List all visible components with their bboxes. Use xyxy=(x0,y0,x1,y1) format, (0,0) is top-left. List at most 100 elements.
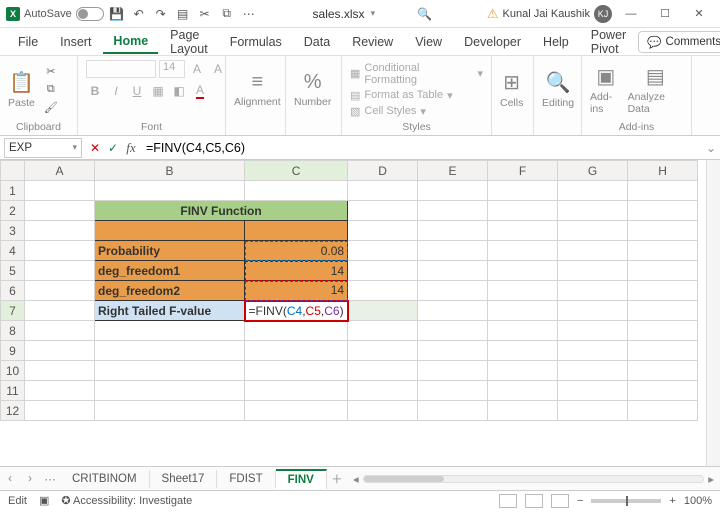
row-header[interactable]: 8 xyxy=(1,321,25,341)
row-header[interactable]: 1 xyxy=(1,181,25,201)
qat-icon[interactable]: ▤ xyxy=(174,5,192,23)
col-header[interactable]: D xyxy=(348,161,418,181)
chevron-down-icon[interactable]: ▾ xyxy=(371,8,376,19)
cut-button[interactable]: ✂ xyxy=(41,64,61,80)
col-header[interactable]: B xyxy=(95,161,245,181)
row-header[interactable]: 3 xyxy=(1,221,25,241)
cell-styles-button[interactable]: ▧ Cell Styles ▾ xyxy=(350,105,483,118)
alignment-button[interactable]: ≡Alignment xyxy=(234,71,281,108)
macro-icon[interactable]: ▣ xyxy=(39,494,49,507)
cut-icon[interactable]: ✂ xyxy=(196,5,214,23)
sheet-tab[interactable]: CRITBINOM xyxy=(60,470,150,488)
border-button[interactable]: ▦ xyxy=(149,82,167,100)
zoom-level[interactable]: 100% xyxy=(684,495,712,507)
paste-button[interactable]: 📋Paste xyxy=(8,70,35,109)
cell-c6[interactable]: 14 xyxy=(245,281,348,301)
row-header[interactable]: 4 xyxy=(1,241,25,261)
redo-icon[interactable]: ↷ xyxy=(152,5,170,23)
cell-b5[interactable]: deg_freedom1 xyxy=(95,261,245,281)
fx-icon[interactable]: fx xyxy=(122,139,140,157)
vertical-scrollbar[interactable] xyxy=(706,160,720,466)
spreadsheet-table[interactable]: A B C D E F G H 1 2 FINV Function 3 4 Prob… xyxy=(0,160,698,421)
tab-insert[interactable]: Insert xyxy=(50,31,101,53)
page-layout-view-button[interactable] xyxy=(525,494,543,508)
close-button[interactable]: ✕ xyxy=(684,1,714,27)
row-header[interactable]: 6 xyxy=(1,281,25,301)
cell-b6[interactable]: deg_freedom2 xyxy=(95,281,245,301)
cells-button[interactable]: ⊞Cells xyxy=(500,70,523,109)
cancel-formula-icon[interactable]: ✕ xyxy=(86,139,104,157)
cell-c5[interactable]: 14 xyxy=(245,261,348,281)
tab-next-icon[interactable]: › xyxy=(20,473,40,485)
select-all-corner[interactable] xyxy=(1,161,25,181)
cell-b7[interactable]: Right Tailed F-value xyxy=(95,301,245,321)
tab-data[interactable]: Data xyxy=(294,31,340,53)
tab-formulas[interactable]: Formulas xyxy=(220,31,292,53)
cell-title[interactable]: FINV Function xyxy=(95,201,348,221)
sheet-tab-active[interactable]: FINV xyxy=(276,469,327,489)
row-header[interactable]: 9 xyxy=(1,341,25,361)
row-header[interactable]: 2 xyxy=(1,201,25,221)
tab-developer[interactable]: Developer xyxy=(454,31,531,53)
bold-button[interactable]: B xyxy=(86,82,104,100)
fill-color-button[interactable]: ◧ xyxy=(170,82,188,100)
font-size-select[interactable]: 14 xyxy=(159,60,185,78)
tab-prev-icon[interactable]: ‹ xyxy=(0,473,20,485)
zoom-slider[interactable] xyxy=(591,499,661,503)
cell[interactable] xyxy=(245,221,348,241)
underline-button[interactable]: U xyxy=(128,82,146,100)
cell-c4[interactable]: 0.08 xyxy=(245,241,348,261)
expand-formula-bar-icon[interactable]: ⌄ xyxy=(702,141,720,155)
tab-home[interactable]: Home xyxy=(103,30,158,54)
zoom-in-icon[interactable]: + xyxy=(669,495,675,507)
page-break-view-button[interactable] xyxy=(551,494,569,508)
horizontal-scrollbar[interactable]: ◂ ▸ xyxy=(347,472,720,486)
tab-page-layout[interactable]: Page Layout xyxy=(160,24,218,60)
col-header[interactable]: E xyxy=(418,161,488,181)
sheet-tab[interactable]: Sheet17 xyxy=(150,470,218,488)
avatar[interactable]: KJ xyxy=(594,5,612,23)
format-as-table-button[interactable]: ▤ Format as Table ▾ xyxy=(350,89,483,102)
analyze-data-button[interactable]: ▤Analyze Data xyxy=(628,64,683,115)
copy-icon[interactable]: ⧉ xyxy=(218,5,236,23)
font-color-button[interactable]: A xyxy=(191,82,209,100)
format-painter-button[interactable]: 🖌 xyxy=(41,100,61,116)
row-header[interactable]: 5 xyxy=(1,261,25,281)
col-header[interactable]: A xyxy=(25,161,95,181)
shrink-font-icon[interactable]: A xyxy=(209,60,227,78)
tab-all-icon[interactable]: ⋯ xyxy=(40,472,60,486)
row-header[interactable]: 11 xyxy=(1,381,25,401)
tab-view[interactable]: View xyxy=(405,31,452,53)
row-header[interactable]: 10 xyxy=(1,361,25,381)
formula-input[interactable] xyxy=(140,138,702,158)
col-header[interactable]: C xyxy=(245,161,348,181)
font-name-select[interactable] xyxy=(86,60,156,78)
col-header[interactable]: F xyxy=(488,161,558,181)
copy-button[interactable]: ⧉ xyxy=(41,82,61,98)
accessibility-status[interactable]: ✪ Accessibility: Investigate xyxy=(61,494,192,507)
editing-button[interactable]: 🔍Editing xyxy=(542,70,574,109)
zoom-out-icon[interactable]: − xyxy=(577,495,583,507)
cell[interactable] xyxy=(95,221,245,241)
col-header[interactable]: G xyxy=(558,161,628,181)
cell-b4[interactable]: Probability xyxy=(95,241,245,261)
autosave-toggle[interactable] xyxy=(76,7,104,21)
conditional-formatting-button[interactable]: ▦ Conditional Formatting ▾ xyxy=(350,62,483,86)
accept-formula-icon[interactable]: ✓ xyxy=(104,139,122,157)
undo-icon[interactable]: ↶ xyxy=(130,5,148,23)
comments-button[interactable]: 💬 Comments xyxy=(638,31,720,53)
maximize-button[interactable]: ☐ xyxy=(650,1,680,27)
tab-help[interactable]: Help xyxy=(533,31,579,53)
save-icon[interactable]: 💾 xyxy=(108,5,126,23)
sheet-tab[interactable]: FDIST xyxy=(217,470,275,488)
number-format-button[interactable]: %Number xyxy=(294,71,331,108)
name-box[interactable]: EXP▾ xyxy=(4,138,82,158)
grow-font-icon[interactable]: A xyxy=(188,60,206,78)
cell-c7-active[interactable]: =FINV(C4,C5,C6) xyxy=(245,301,348,321)
tab-review[interactable]: Review xyxy=(342,31,403,53)
search-icon[interactable]: 🔍 xyxy=(417,7,432,21)
add-sheet-icon[interactable]: ＋ xyxy=(327,471,347,487)
col-header[interactable]: H xyxy=(628,161,698,181)
italic-button[interactable]: I xyxy=(107,82,125,100)
row-header[interactable]: 12 xyxy=(1,401,25,421)
